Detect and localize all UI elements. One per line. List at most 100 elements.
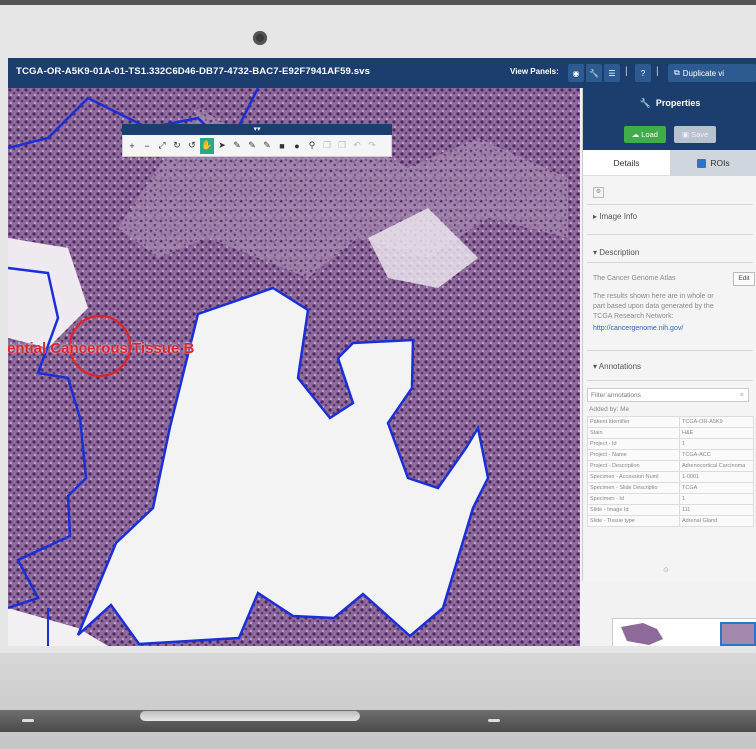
filter-annotations-input[interactable]: Filter annotations × (587, 388, 749, 402)
annotations-section[interactable]: ▾ Annotations (583, 362, 756, 371)
panel-tabs: Details ROIs (583, 150, 756, 176)
pin-icon[interactable]: ⚲ (305, 138, 319, 154)
description-link[interactable]: http://cancergenome.nih.gov/ (593, 324, 715, 334)
divider (587, 204, 753, 205)
table-row: Slide - Image Id 111 (587, 504, 754, 516)
description-source: The Cancer Genome Atlas (593, 275, 676, 282)
annotation-key: Patient Identifier (587, 416, 680, 428)
panel-settings-row: ⚙ (583, 186, 756, 198)
caret-down-icon: ▾ (593, 362, 598, 371)
navigator-thumbnail[interactable] (612, 618, 756, 646)
redo-icon[interactable]: ↷ (365, 138, 379, 154)
table-row: Stain H&E (587, 427, 754, 439)
description-text: The results shown here are in whole or p… (593, 293, 714, 320)
fullscreen-icon[interactable]: ⤢ (155, 138, 169, 154)
undo-icon[interactable]: ↶ (350, 138, 364, 154)
save-button[interactable]: ▣ Save (673, 125, 717, 143)
added-by-label: Added by: Me (583, 406, 756, 413)
laptop-hinge (140, 711, 360, 721)
pan-hand-icon[interactable]: ✋ (200, 137, 214, 154)
annotation-key: Specimen - Slide Descriptio (587, 482, 680, 494)
pointer-icon[interactable]: ➤ (215, 138, 229, 154)
paste-icon[interactable]: ❐ (335, 138, 349, 154)
properties-title: Properties (655, 98, 701, 108)
divider (587, 350, 753, 351)
load-button[interactable]: ☁ Load (623, 125, 666, 143)
annotation-key: Project - Name (587, 449, 680, 461)
table-row: Specimen - Accession Numl 1-0001 (587, 471, 754, 483)
properties-panel: 🔧 Properties ☁ Load ▣ Save Details ROIs … (582, 88, 756, 581)
copy-icon[interactable]: ❐ (320, 138, 334, 154)
rotate-right-icon[interactable]: ↻ (170, 138, 184, 154)
resize-handle-icon[interactable]: ⊙ (663, 566, 669, 574)
tab-rois-label: ROIs (710, 158, 730, 168)
annotation-key: Specimen - Accession Numl (587, 471, 680, 483)
description-title: Description (599, 248, 640, 257)
annotation-value: 1 (679, 493, 754, 505)
annotation-key: Slide - Image Id (587, 504, 680, 516)
annotation-key: Specimen - Id (587, 493, 680, 505)
app-screen: TCGA-OR-A5K9-01A-01-TS1.332C6D46-DB77-47… (8, 58, 756, 646)
table-row: Project - Name TCGA-ACC (587, 449, 754, 461)
annotation-value: TCGA (679, 482, 754, 494)
duplicate-view-button[interactable]: ⧉ Duplicate vi (668, 64, 756, 82)
annotation-key: Project - Id (587, 438, 680, 450)
roi-icon (697, 158, 707, 168)
freehand-icon[interactable]: ✎ (260, 138, 274, 154)
external-link-icon: ⧉ (674, 68, 680, 77)
wrench-icon[interactable]: 🔧 (586, 64, 602, 82)
caret-right-icon: ▸ (593, 212, 598, 221)
thumbnail-image (621, 622, 756, 646)
zoom-in-icon[interactable]: + (125, 138, 139, 154)
laptop-hinge-strip (0, 710, 756, 732)
table-row: Project - Description Adrenocortical Carc… (587, 460, 754, 472)
description-section[interactable]: ▾ Description (583, 248, 756, 257)
separator: | (625, 66, 628, 77)
annotations-title: Annotations (598, 362, 642, 371)
tab-details[interactable]: Details (583, 150, 670, 176)
annotation-key: Project - Description (587, 460, 680, 472)
rectangle-icon[interactable]: ■ (275, 138, 289, 154)
tab-rois[interactable]: ROIs (670, 150, 756, 176)
image-info-title: Image Info (599, 212, 638, 221)
divider (587, 380, 753, 381)
help-button[interactable]: ? (635, 64, 651, 82)
separator: | (656, 66, 659, 77)
image-info-section[interactable]: ▸ Image Info (583, 212, 756, 221)
webcam-icon (253, 31, 267, 45)
toolbar-tools: + − ⤢ ↻ ↺ ✋ ➤ ✎ ✎ ✎ ■ ● ⚲ ❐ ❐ ↶ ↷ (122, 135, 392, 157)
annotation-key: Slide - Tissue type (587, 515, 680, 527)
slide-viewer[interactable]: tential Cancerous Tissue B ▾▾ + − ⤢ ↻ ↺ ✋ ➤ ✎ ✎ ✎… (8, 88, 580, 646)
wrench-icon: 🔧 (639, 97, 651, 108)
annotation-value: 1-0001 (679, 471, 754, 483)
added-by-text: Added by: Me (589, 406, 630, 413)
annotation-value: TCGA-OR-A5K9 (679, 416, 754, 428)
toolbar-collapse-handle[interactable]: ▾▾ (122, 124, 392, 135)
load-save-bar: ☁ Load ▣ Save (583, 118, 756, 150)
clear-icon[interactable]: × (740, 389, 744, 403)
annotation-value: Adrenal Gland (679, 515, 754, 527)
edit-description-button[interactable]: Edit (733, 272, 755, 286)
caret-down-icon: ▾ (593, 248, 598, 257)
annotation-value: Adrenocortical Carcinoma (679, 460, 754, 472)
annotation-value: 111 (679, 504, 754, 516)
annotations-table: Patient Identifier TCGA-OR-A5K9 Stain H&E Pr… (587, 416, 754, 527)
circle-icon[interactable]: ● (290, 138, 304, 154)
divider (587, 262, 753, 263)
pencil-icon[interactable]: ✎ (230, 138, 244, 154)
annotation-label[interactable]: tential Cancerous Tissue B (8, 340, 194, 357)
target-icon[interactable]: ◉ (568, 64, 584, 82)
annotation-value: 1 (679, 438, 754, 450)
rotate-left-icon[interactable]: ↺ (185, 138, 199, 154)
pencil-alt-icon[interactable]: ✎ (245, 138, 259, 154)
zoom-out-icon[interactable]: − (140, 138, 154, 154)
table-row: Specimen - Slide Descriptio TCGA (587, 482, 754, 494)
properties-header: 🔧 Properties (583, 88, 756, 118)
annotation-value: TCGA-ACC (679, 449, 754, 461)
divider (587, 234, 753, 235)
top-navbar: TCGA-OR-A5K9-01A-01-TS1.332C6D46-DB77-47… (8, 58, 756, 88)
settings-icon[interactable]: ⚙ (593, 187, 604, 198)
list-icon[interactable]: ☰ (604, 64, 620, 82)
save-icon: ▣ (681, 129, 690, 139)
save-label: Save (691, 129, 709, 139)
